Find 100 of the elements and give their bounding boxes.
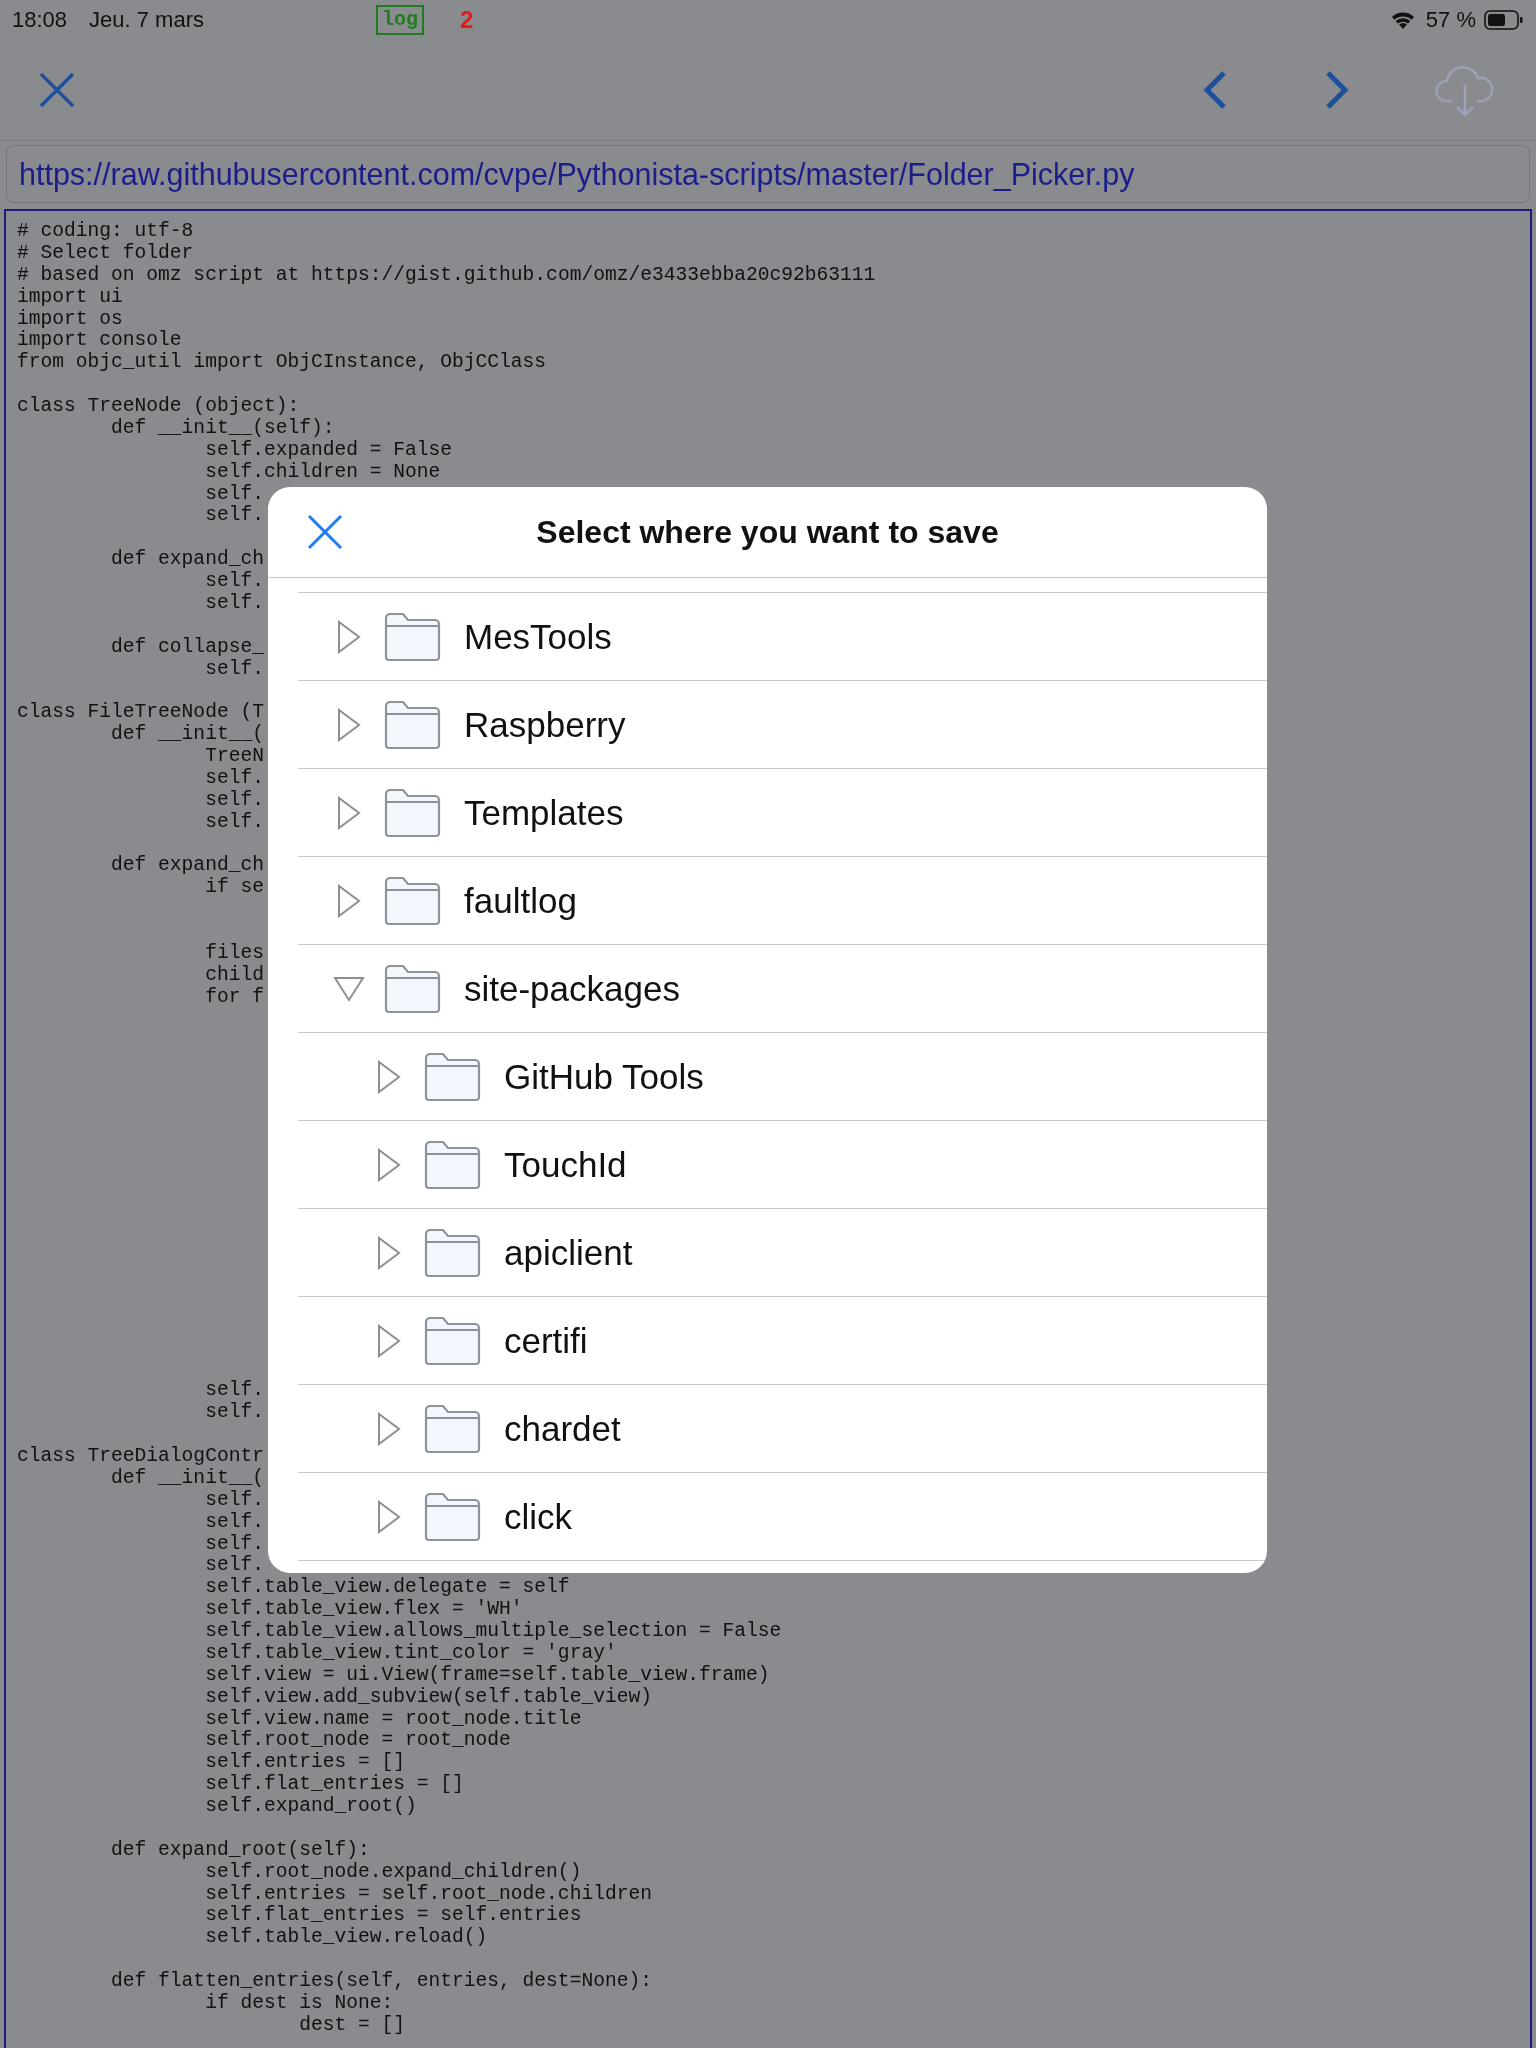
- close-icon[interactable]: [307, 514, 343, 550]
- folder-row[interactable]: Templates: [298, 768, 1267, 856]
- folder-icon: [384, 875, 441, 926]
- folder-icon: [424, 1403, 481, 1454]
- code-line: self.table_view.delegate = self: [205, 1577, 570, 1599]
- code-line: import ui: [17, 286, 123, 309]
- code-line: self.: [205, 592, 264, 615]
- folder-name: apiclient: [504, 1232, 633, 1273]
- folder-name: Templates: [464, 792, 624, 833]
- code-line: class FileTreeNode (T: [17, 702, 264, 724]
- wifi-icon: [1389, 10, 1416, 30]
- code-line: self.table_view.flex = 'WH': [205, 1599, 523, 1621]
- folder-icon: [424, 1051, 481, 1102]
- code-line: if dest is None:: [205, 1992, 394, 2015]
- date-text: Jeu. 7 mars: [89, 7, 204, 33]
- folder-row[interactable]: apiclient: [298, 1208, 1267, 1296]
- code-line: self.: [205, 811, 264, 834]
- code-line: import console: [17, 330, 182, 352]
- code-line: self.: [205, 505, 264, 528]
- expand-triangle-icon[interactable]: [376, 1411, 402, 1446]
- folder-row[interactable]: GitHub Tools: [298, 1032, 1267, 1120]
- forward-icon[interactable]: [1324, 70, 1350, 110]
- code-line: self.table_view.allows_multiple_selection = False: [205, 1621, 782, 1643]
- folder-name: click: [504, 1496, 573, 1537]
- expand-triangle-icon[interactable]: [336, 707, 362, 742]
- code-line: self.flat_entries = self.entries: [205, 1905, 582, 1927]
- code-line: self.flat_entries = []: [205, 1774, 464, 1796]
- log-label: log: [376, 5, 424, 35]
- expand-triangle-icon[interactable]: [376, 1059, 402, 1094]
- code-line: self.table_view.tint_color = 'gray': [205, 1642, 617, 1665]
- expand-triangle-icon[interactable]: [376, 1235, 402, 1270]
- code-line: files: [205, 942, 264, 965]
- code-line: self.view.name = root_node.title: [205, 1708, 582, 1730]
- folder-row[interactable]: site-packages: [298, 944, 1267, 1032]
- count-text: 2: [460, 6, 474, 34]
- code-line: for f: [205, 986, 264, 1009]
- code-line: self.: [205, 1511, 264, 1534]
- code-line: self.root_node.expand_children(): [205, 1861, 582, 1884]
- code-line: def expand_ch: [111, 549, 264, 571]
- code-line: self.: [205, 1555, 264, 1577]
- expand-triangle-icon[interactable]: [336, 883, 362, 918]
- folder-name: faultlog: [464, 880, 577, 921]
- code-line: self.: [205, 571, 264, 593]
- code-line: self.: [205, 1402, 264, 1425]
- code-line: def flatten_entries(self, entries, dest=None):: [111, 1971, 652, 1993]
- code-line: self.expanded = False: [205, 439, 453, 462]
- folder-row[interactable]: certifi: [298, 1296, 1267, 1384]
- code-line: self.: [205, 1380, 264, 1402]
- code-line: child: [205, 964, 264, 987]
- expand-triangle-icon[interactable]: [376, 1323, 402, 1358]
- folder-name: TouchId: [504, 1144, 627, 1185]
- folder-name: MesTools: [464, 616, 612, 657]
- back-icon[interactable]: [1202, 70, 1228, 110]
- code-line: self.: [205, 767, 264, 790]
- folder-row[interactable]: Raspberry: [298, 680, 1267, 768]
- code-line: self.view = ui.View(frame=self.table_view.frame): [205, 1664, 770, 1687]
- code-line: def __init__(: [111, 724, 264, 746]
- folder-icon: [424, 1227, 481, 1278]
- expand-triangle-icon[interactable]: [336, 619, 362, 654]
- code-line: self.: [205, 1489, 264, 1512]
- folder-row[interactable]: TouchId: [298, 1120, 1267, 1208]
- code-line: # Select folder: [17, 242, 194, 265]
- code-line: self.: [205, 658, 264, 681]
- close-icon[interactable]: [38, 71, 76, 109]
- expand-triangle-icon[interactable]: [376, 1147, 402, 1182]
- code-line: dest = []: [299, 2014, 405, 2037]
- folder-name: GitHub Tools: [504, 1056, 704, 1097]
- code-line: # coding: utf-8: [17, 221, 194, 243]
- code-line: import os: [17, 308, 123, 330]
- expand-triangle-icon[interactable]: [336, 795, 362, 830]
- code-line: from objc_util import ObjCInstance, ObjCClass: [17, 352, 547, 375]
- folder-row[interactable]: chardet: [298, 1384, 1267, 1472]
- code-line: def collapse_: [111, 636, 264, 659]
- folder-row[interactable]: MesTools: [298, 592, 1267, 680]
- folder-name: certifi: [504, 1320, 588, 1361]
- code-line: self.table_view.reload(): [205, 1927, 488, 1950]
- folder-icon: [384, 611, 441, 662]
- url-field[interactable]: https://raw.githubusercontent.com/cvpe/Pythonista-scripts/master/Folder_Picker.py: [6, 145, 1530, 203]
- expand-triangle-icon[interactable]: [376, 1499, 402, 1534]
- code-line: class TreeNode (object):: [17, 396, 300, 418]
- folder-icon: [424, 1139, 481, 1190]
- folder-icon: [384, 787, 441, 838]
- folder-icon: [384, 963, 441, 1014]
- code-line: def __init__(self):: [111, 417, 335, 440]
- dialog-title: Select where you want to save: [535, 513, 1000, 551]
- code-line: TreeN: [205, 746, 264, 768]
- code-line: self.: [205, 1533, 264, 1555]
- code-line: self.expand_root(): [205, 1796, 417, 1818]
- folder-name: site-packages: [464, 968, 680, 1009]
- time-text: 18:08: [12, 7, 68, 33]
- code-line: self.: [205, 483, 264, 505]
- code-line: self.view.add_subview(self.table_view): [205, 1686, 652, 1709]
- battery-icon: [1484, 10, 1524, 30]
- folder-row[interactable]: click: [298, 1472, 1267, 1561]
- folder-row[interactable]: faultlog: [298, 856, 1267, 944]
- code-line: def __init__(: [111, 1467, 264, 1490]
- folder-icon: [424, 1315, 481, 1366]
- collapse-triangle-icon[interactable]: [333, 974, 365, 1003]
- code-line: # based on omz script at https://gist.github.com/omz/e3433ebba20c92b63111: [17, 264, 876, 287]
- code-line: self.root_node = root_node: [205, 1730, 511, 1752]
